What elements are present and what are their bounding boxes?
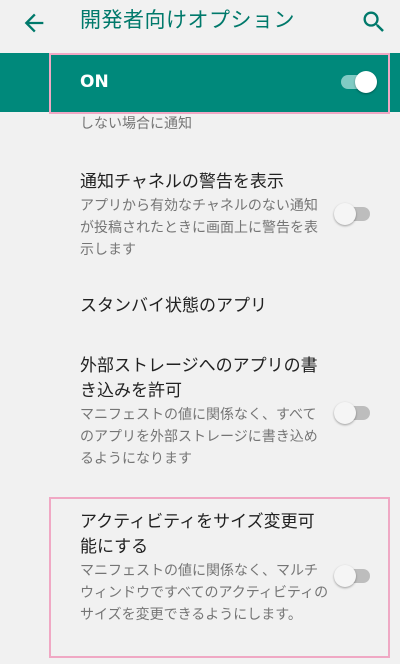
pref-summary: アプリから有効なチャネルのない通知が投稿されたときに画面上に警告を表示します: [80, 198, 318, 258]
pref-summary: マニフェストの値に関係なく、マルチウィンドウですべてのアクティビティのサイズを変…: [80, 563, 329, 623]
master-toggle[interactable]: [337, 70, 377, 94]
toggle-thumb: [334, 203, 356, 225]
pref-text: 通知チャネルの警告を表示 アプリから有効なチャネルのない通知が投稿されたときに画…: [80, 170, 330, 261]
resizable-activities-toggle[interactable]: [334, 564, 374, 588]
pref-title: アクティビティをサイズ変更可能にする: [80, 512, 315, 557]
pref-text: スタンバイ状態のアプリ: [80, 294, 330, 319]
app-bar: 開発者向けオプション: [0, 0, 400, 49]
pref-summary: マニフェストの値に関係なく、すべてのアプリを外部ストレージに書き込めるようになり…: [80, 407, 318, 467]
external-storage-toggle[interactable]: [334, 401, 374, 425]
arrow-left-icon[interactable]: [20, 9, 48, 37]
page-title: 開発者向けオプション: [80, 8, 295, 32]
toggle-thumb: [334, 565, 356, 587]
pref-title: 外部ストレージへのアプリの書き込みを許可: [80, 356, 318, 401]
notification-warning-toggle[interactable]: [334, 202, 374, 226]
pref-text: 外部ストレージへのアプリの書き込みを許可 マニフェストの値に関係なく、すべてのア…: [80, 354, 330, 470]
partial-pref-summary: しない場合に通知: [80, 113, 330, 135]
pref-text: アクティビティをサイズ変更可能にする マニフェストの値に関係なく、マルチウィンド…: [80, 510, 330, 626]
search-icon[interactable]: [360, 8, 388, 36]
toggle-thumb: [334, 402, 356, 424]
pref-title: スタンバイ状態のアプリ: [80, 296, 267, 316]
toggle-thumb: [355, 71, 377, 93]
master-switch-label: ON: [80, 72, 109, 92]
pref-summary: しない場合に通知: [80, 116, 192, 132]
pref-title: 通知チャネルの警告を表示: [80, 172, 284, 192]
master-switch-bar[interactable]: ON: [0, 53, 400, 112]
